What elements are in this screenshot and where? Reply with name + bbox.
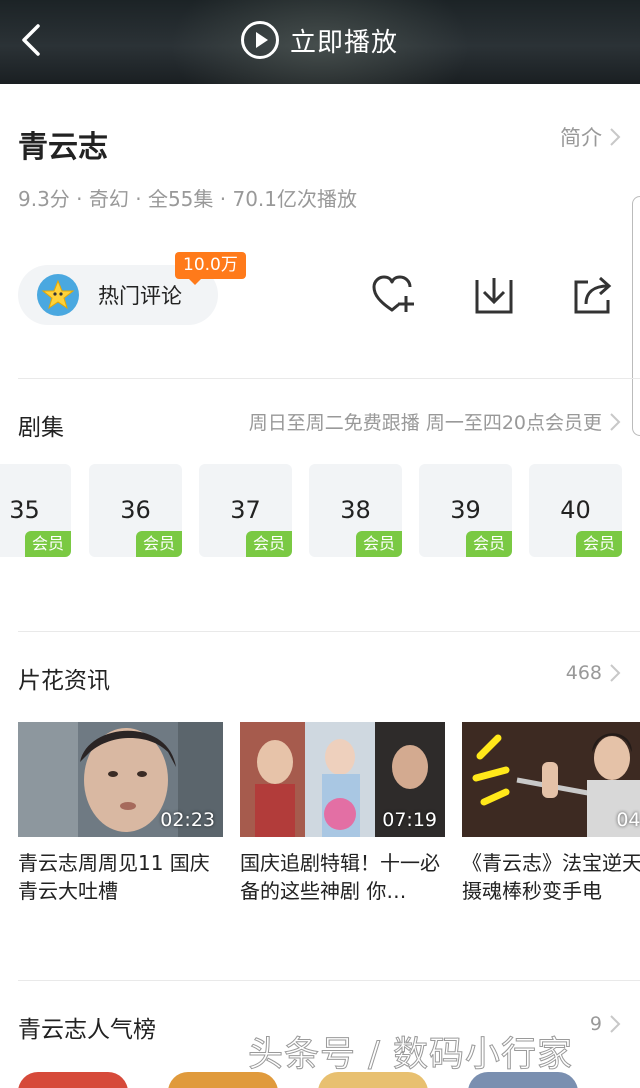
- play-now-label: 立即播放: [290, 27, 399, 58]
- clip-duration: 04:2: [616, 809, 640, 831]
- clip-duration: 02:23: [160, 809, 215, 831]
- chevron-right-icon: [610, 412, 621, 431]
- hot-comments-label: 热门评论: [98, 284, 182, 308]
- clip-card[interactable]: 04:2 《青云志》法宝逆天！ 摄魂棒秒变手电: [462, 722, 640, 905]
- episodes-section-title: 剧集: [18, 415, 64, 441]
- avatar[interactable]: [18, 1072, 128, 1088]
- divider: [18, 378, 640, 379]
- vip-tag: 会员: [25, 531, 71, 557]
- side-scroll-handle[interactable]: [632, 196, 640, 436]
- ranking-count: 9: [589, 1013, 602, 1035]
- clip-title: 《青云志》法宝逆天！ 摄魂棒秒变手电: [462, 851, 640, 903]
- episode-list: 35 会员 36 会员 37 会员 38 会员 39 会员 40 会员: [0, 464, 640, 558]
- clip-title: 青云志周周见11 国庆青云大吐槽: [18, 851, 210, 903]
- episodes-schedule-text: 周日至周二免费跟播 周一至四20点会员更: [248, 412, 602, 434]
- share-icon[interactable]: [570, 272, 616, 318]
- clips-section-title: 片花资讯: [18, 668, 110, 694]
- episode-tile[interactable]: 38 会员: [309, 464, 402, 557]
- back-button[interactable]: [14, 20, 50, 60]
- clip-card[interactable]: 07:19 国庆追剧特辑！十一必备的这些神剧 你…: [240, 722, 445, 905]
- clip-thumbnail: 07:19: [240, 722, 445, 837]
- divider: [18, 631, 640, 632]
- episode-number: 39: [450, 496, 481, 524]
- episode-number: 38: [340, 496, 371, 524]
- play-circle-icon: [241, 21, 279, 59]
- vip-tag: 会员: [136, 531, 182, 557]
- vip-tag: 会员: [356, 531, 402, 557]
- comment-count-badge: 10.0万: [175, 252, 246, 285]
- show-meta: 9.3分 · 奇幻 · 全55集 · 70.1亿次播放: [18, 187, 358, 211]
- clip-duration: 07:19: [382, 809, 437, 831]
- clip-thumbnail: 04:2: [462, 722, 640, 837]
- clip-card[interactable]: 02:23 青云志周周见11 国庆青云大吐槽: [18, 722, 223, 905]
- watermark-text: 头条号 / 数码小行家: [247, 1035, 574, 1076]
- episode-tile[interactable]: 37 会员: [199, 464, 292, 557]
- clips-count: 468: [565, 662, 602, 684]
- ranking-section-title: 青云志人气榜: [18, 1017, 156, 1043]
- top-bar: 立即播放: [0, 0, 640, 84]
- play-now-button[interactable]: 立即播放: [240, 18, 398, 62]
- episode-number: 37: [230, 496, 261, 524]
- chevron-right-icon: [610, 1015, 621, 1033]
- chevron-right-icon: [610, 664, 621, 682]
- episode-tile[interactable]: 40 会员: [529, 464, 622, 557]
- episode-tile[interactable]: 36 会员: [89, 464, 182, 557]
- star-mascot-icon: [37, 274, 79, 316]
- episode-tile[interactable]: 35 会员: [0, 464, 71, 557]
- episode-tile[interactable]: 39 会员: [419, 464, 512, 557]
- show-title: 青云志: [18, 130, 108, 165]
- chevron-right-icon: [610, 128, 621, 146]
- intro-link[interactable]: 简介: [560, 122, 622, 152]
- download-icon[interactable]: [471, 272, 517, 318]
- vip-tag: 会员: [246, 531, 292, 557]
- clip-thumbnail: 02:23: [18, 722, 223, 837]
- back-arrow-icon: [22, 24, 40, 56]
- divider: [18, 980, 640, 981]
- vip-tag: 会员: [576, 531, 622, 557]
- episodes-schedule-link[interactable]: 周日至周二免费跟播 周一至四20点会员更: [249, 408, 622, 435]
- episode-number: 35: [9, 496, 40, 524]
- vip-tag: 会员: [466, 531, 512, 557]
- clips-more-link[interactable]: 468: [566, 661, 622, 685]
- episode-number: 36: [120, 496, 151, 524]
- ranking-more-link[interactable]: 9: [590, 1012, 622, 1036]
- favorite-add-icon[interactable]: [370, 272, 416, 318]
- episode-number: 40: [560, 496, 591, 524]
- clip-title: 国庆追剧特辑！十一必备的这些神剧 你…: [240, 851, 440, 903]
- intro-label: 简介: [560, 126, 602, 150]
